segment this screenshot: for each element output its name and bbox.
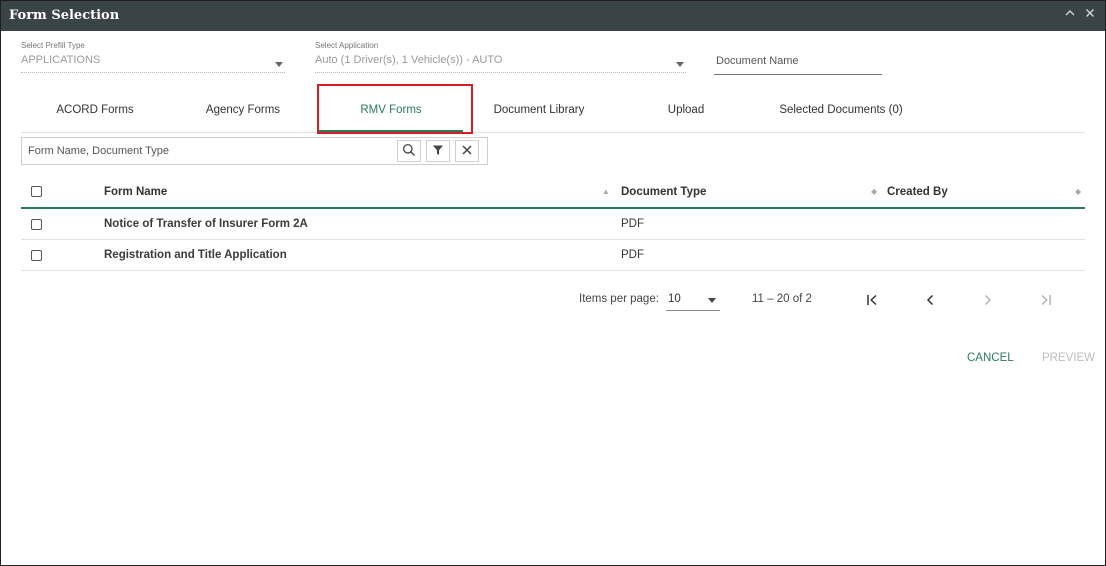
tab-agency-forms[interactable]: Agency Forms — [179, 89, 307, 133]
form-name-cell: Notice of Transfer of Insurer Form 2A — [104, 218, 308, 230]
search-input[interactable] — [22, 138, 394, 164]
column-header-created-by[interactable]: Created By — [887, 176, 948, 207]
form-name-cell: Registration and Title Application — [104, 249, 287, 261]
tab-bar: ACORD Forms Agency Forms RMV Forms Docum… — [21, 89, 1085, 133]
active-tab-indicator — [319, 130, 463, 132]
tab-document-library[interactable]: Document Library — [469, 89, 609, 133]
table-row[interactable]: Registration and Title Application PDF — [21, 240, 1085, 271]
row-checkbox-cell — [31, 240, 42, 270]
document-name-field — [714, 48, 882, 75]
table-header: Form Name ▲ Document Type ◆ Created By ◆ — [21, 176, 1085, 209]
chevron-right-icon — [981, 293, 995, 310]
tab-selected-documents[interactable]: Selected Documents (0) — [761, 89, 921, 133]
application-select[interactable]: Auto (1 Driver(s), 1 Vehicle(s)) - AUTO — [315, 54, 502, 66]
items-per-page-select[interactable]: 10 — [666, 289, 720, 311]
tab-label: Document Library — [493, 104, 585, 116]
tab-label: ACORD Forms — [56, 104, 134, 116]
last-page-icon — [1039, 293, 1053, 310]
first-page-button[interactable] — [858, 290, 886, 312]
page-range-label: 11 – 20 of 2 — [752, 293, 812, 305]
dialog-titlebar: Form Selection — [1, 1, 1105, 31]
chevron-down-icon[interactable] — [676, 62, 684, 67]
tab-label: Upload — [667, 104, 705, 116]
search-button[interactable] — [397, 140, 421, 162]
application-label: Select Application — [315, 41, 379, 50]
sort-diamond-icon[interactable]: ◆ — [871, 176, 877, 207]
close-icon[interactable] — [1084, 7, 1096, 23]
first-page-icon — [865, 293, 879, 310]
tab-label: Selected Documents (0) — [779, 104, 903, 116]
column-header-document-type[interactable]: Document Type — [621, 176, 706, 207]
form-selection-dialog: Form Selection Select Prefill Type APPLI… — [0, 0, 1106, 566]
preview-button[interactable]: PREVIEW — [1042, 352, 1095, 364]
last-page-button[interactable] — [1032, 290, 1060, 312]
tab-upload[interactable]: Upload — [631, 89, 741, 133]
previous-page-button[interactable] — [916, 290, 944, 312]
filter-button[interactable] — [426, 140, 450, 162]
sort-diamond-icon[interactable]: ◆ — [1075, 176, 1081, 207]
cancel-button[interactable]: CANCEL — [967, 352, 1014, 364]
next-page-button[interactable] — [974, 290, 1002, 312]
document-type-cell: PDF — [621, 249, 644, 261]
row-checkbox[interactable] — [31, 249, 42, 261]
tab-acord-forms[interactable]: ACORD Forms — [31, 89, 159, 133]
chevron-down-icon[interactable] — [275, 62, 283, 67]
search-icon — [402, 143, 416, 160]
application-underline — [315, 72, 686, 73]
row-checkbox[interactable] — [31, 218, 42, 230]
tab-label: Agency Forms — [205, 104, 281, 116]
table-row[interactable]: Notice of Transfer of Insurer Form 2A PD… — [21, 209, 1085, 240]
filter-icon — [432, 144, 444, 159]
items-per-page-value: 10 — [668, 293, 681, 305]
tab-label: RMV Forms — [360, 104, 422, 116]
items-per-page-label: Items per page: — [579, 293, 659, 305]
chevron-left-icon — [923, 293, 937, 310]
document-type-cell: PDF — [621, 218, 644, 230]
column-header-form-name[interactable]: Form Name — [104, 176, 167, 207]
prefill-type-underline — [21, 72, 285, 73]
select-all-checkbox[interactable] — [31, 186, 42, 197]
document-name-input[interactable] — [714, 48, 882, 74]
select-all-cell — [31, 176, 42, 207]
chevron-up-icon[interactable] — [1064, 7, 1076, 23]
tab-rmv-forms[interactable]: RMV Forms — [319, 89, 463, 133]
dialog-title: Form Selection — [9, 8, 120, 23]
chevron-down-icon — [708, 298, 716, 303]
prefill-type-select[interactable]: APPLICATIONS — [21, 54, 100, 66]
search-bar — [21, 137, 488, 165]
prefill-type-label: Select Prefill Type — [21, 41, 85, 50]
row-checkbox-cell — [31, 209, 42, 239]
clear-icon — [461, 144, 473, 159]
sort-arrow-up-icon[interactable]: ▲ — [602, 176, 610, 207]
clear-search-button[interactable] — [455, 140, 479, 162]
